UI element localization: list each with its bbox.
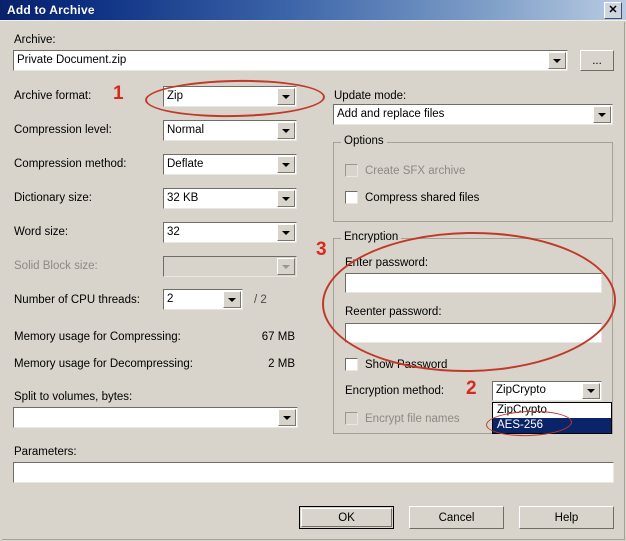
chevron-down-icon[interactable] [277,122,295,139]
memory-compress-label: Memory usage for Compressing: [14,331,181,343]
annotation-number-1: 1 [113,83,124,104]
chevron-down-icon[interactable] [582,383,600,399]
archive-format-combo[interactable]: Zip [163,86,297,107]
chevron-down-icon[interactable] [548,52,566,69]
compression-method-combo[interactable]: Deflate [163,154,297,175]
memory-decompress-value: 2 MB [268,358,295,370]
show-password-label: Show Password [365,359,448,371]
update-mode-value: Add and replace files [337,107,445,120]
memory-compress-value: 67 MB [261,331,295,343]
compression-method-label: Compression method: [14,158,127,170]
encryption-method-value: ZipCrypto [496,384,546,397]
close-icon[interactable]: ✕ [604,2,622,19]
compression-level-combo[interactable]: Normal [163,120,297,141]
chevron-down-icon[interactable] [223,291,241,308]
options-group: Options [333,135,613,222]
options-group-legend: Options [341,135,387,147]
memory-decompress-label: Memory usage for Decompressing: [14,358,193,370]
chevron-down-icon[interactable] [277,88,295,105]
enter-password-label: Enter password: [345,257,429,269]
cpu-threads-value: 2 [167,292,174,305]
cancel-button[interactable]: Cancel [409,506,504,529]
split-volumes-label: Split to volumes, bytes: [14,391,133,403]
ok-button-label: OK [338,511,355,524]
browse-button-label: ... [592,54,602,67]
word-size-value: 32 [167,225,180,238]
chevron-down-icon[interactable] [277,190,295,207]
dictionary-size-combo[interactable]: 32 KB [163,188,297,209]
create-sfx-checkbox [345,164,358,177]
reenter-password-input[interactable] [345,323,602,343]
chevron-down-icon[interactable] [277,224,295,241]
browse-button[interactable]: ... [580,50,614,71]
compression-method-value: Deflate [167,157,204,170]
archive-path-input[interactable]: Private Document.zip [13,50,568,71]
archive-label: Archive: [14,34,56,46]
cpu-threads-combo[interactable]: 2 [163,289,243,310]
chevron-down-icon [277,258,295,275]
add-to-archive-dialog: Add to Archive ✕ Archive: Private Docume… [0,0,626,541]
cpu-threads-label: Number of CPU threads: [14,294,140,306]
chevron-down-icon[interactable] [277,156,295,173]
update-mode-combo[interactable]: Add and replace files [333,104,613,125]
compress-shared-label: Compress shared files [365,192,480,204]
word-size-combo[interactable]: 32 [163,222,297,243]
parameters-input[interactable] [13,462,614,483]
chevron-down-icon[interactable] [278,409,296,426]
annotation-number-2: 2 [466,378,477,399]
archive-format-value: Zip [167,89,183,102]
enter-password-input[interactable] [345,273,602,293]
dropdown-option-zipcrypto[interactable]: ZipCrypto [493,403,611,418]
encrypt-file-names-checkbox [345,412,358,425]
parameters-label: Parameters: [14,446,77,458]
reenter-password-label: Reenter password: [345,306,442,318]
archive-path-value: Private Document.zip [17,53,127,66]
ok-button[interactable]: OK [299,506,394,529]
annotation-number-3: 3 [316,239,327,260]
title-bar: Add to Archive ✕ [0,0,626,20]
help-button-label: Help [554,511,579,524]
dictionary-size-label: Dictionary size: [14,192,92,204]
dropdown-option-aes256[interactable]: AES-256 [493,418,611,433]
dictionary-size-value: 32 KB [167,191,199,204]
encryption-method-combo[interactable]: ZipCrypto [492,381,602,401]
window-title: Add to Archive [7,3,95,17]
word-size-label: Word size: [14,226,69,238]
help-button[interactable]: Help [519,506,614,529]
solid-block-size-combo [163,256,297,277]
compress-shared-checkbox[interactable] [345,191,358,204]
cancel-button-label: Cancel [438,511,475,524]
encryption-method-label: Encryption method: [345,385,445,397]
split-volumes-input[interactable] [13,407,298,428]
encryption-group-legend: Encryption [341,231,402,243]
encrypt-file-names-label: Encrypt file names [365,413,460,425]
create-sfx-label: Create SFX archive [365,165,466,177]
encryption-method-dropdown-list[interactable]: ZipCrypto AES-256 [492,402,612,434]
compression-level-label: Compression level: [14,124,112,136]
chevron-down-icon[interactable] [593,106,611,123]
update-mode-label: Update mode: [334,90,407,102]
archive-format-label: Archive format: [14,90,92,102]
cpu-threads-max: / 2 [254,294,267,306]
show-password-checkbox[interactable] [345,358,358,371]
compression-level-value: Normal [167,123,205,136]
solid-block-size-label: Solid Block size: [14,260,98,272]
